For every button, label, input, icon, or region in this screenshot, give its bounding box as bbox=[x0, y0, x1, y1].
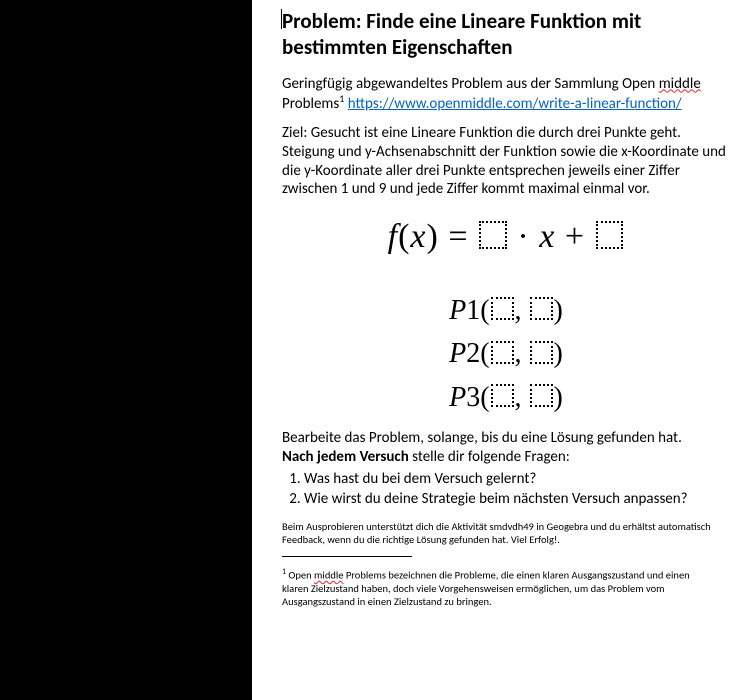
point-p2: P2(, ) bbox=[282, 337, 730, 371]
document-page: Problem: Finde eine Lineare Funktion mit… bbox=[252, 0, 756, 700]
p3-open: ( bbox=[480, 382, 489, 413]
point-p3: P3(, ) bbox=[282, 381, 730, 415]
placeholder-p2y bbox=[530, 341, 553, 364]
left-black-margin bbox=[0, 0, 252, 700]
p3-comma: , bbox=[515, 382, 529, 413]
eq-plus: + bbox=[555, 218, 594, 255]
p2-close: ) bbox=[554, 338, 563, 369]
instr-rest: stelle dir folgende Fragen: bbox=[409, 448, 570, 466]
eq-x: x bbox=[539, 218, 555, 255]
p2-comma: , bbox=[515, 338, 529, 369]
eq-equals: = bbox=[439, 218, 478, 255]
p3-close: ) bbox=[554, 382, 563, 413]
source-link[interactable]: https://www.openmiddle.com/write-a-linea… bbox=[348, 95, 682, 113]
eq-open-paren: ( bbox=[398, 218, 410, 255]
instr-bold: Nach jedem Versuch bbox=[282, 448, 409, 466]
p1-index: 1 bbox=[466, 295, 480, 326]
p3-P: P bbox=[449, 382, 466, 413]
placeholder-p3x bbox=[491, 384, 514, 407]
p1-P: P bbox=[449, 295, 466, 326]
question-2: Wie wirst du deine Strategie beim nächst… bbox=[304, 490, 730, 510]
placeholder-p3y bbox=[530, 384, 553, 407]
footnote-pre: Open bbox=[286, 569, 314, 582]
instr-line1: Bearbeite das Problem, solange, bis du e… bbox=[282, 429, 682, 447]
eq-x-arg: x bbox=[410, 218, 426, 255]
instructions-paragraph: Bearbeite das Problem, solange, bis du e… bbox=[282, 429, 730, 468]
p2-open: ( bbox=[480, 338, 489, 369]
placeholder-slope bbox=[479, 221, 507, 249]
p3-index: 3 bbox=[466, 382, 480, 413]
spellcheck-squiggle: middle bbox=[659, 75, 701, 93]
footnote-squiggle: middle bbox=[314, 569, 343, 582]
equation-fx: f(x) = · x + bbox=[282, 217, 730, 258]
intro-text-post1: Problems bbox=[282, 95, 339, 113]
text-caret bbox=[281, 9, 282, 29]
goal-paragraph: Ziel: Gesucht ist eine Lineare Funktion … bbox=[282, 124, 730, 199]
footnote-rest: Problems bezeichnen die Probleme, die ei… bbox=[282, 569, 690, 608]
geogebra-hint: Beim Ausprobieren unterstützt dich die A… bbox=[282, 520, 730, 546]
footnote-separator bbox=[282, 556, 412, 557]
p1-comma: , bbox=[515, 295, 529, 326]
placeholder-p1y bbox=[530, 297, 553, 320]
eq-f: f bbox=[388, 218, 398, 255]
p2-P: P bbox=[449, 338, 466, 369]
p1-close: ) bbox=[554, 295, 563, 326]
page-title: Problem: Finde eine Lineare Funktion mit… bbox=[282, 8, 730, 61]
intro-paragraph: Geringfügig abgewandeltes Problem aus de… bbox=[282, 75, 730, 115]
eq-dot: · bbox=[508, 218, 539, 255]
reflection-questions: Was hast du bei dem Versuch gelernt? Wie… bbox=[304, 470, 730, 510]
point-p1: P1(, ) bbox=[282, 294, 730, 328]
p2-index: 2 bbox=[466, 338, 480, 369]
intro-text-pre: Geringfügig abgewandeltes Problem aus de… bbox=[282, 75, 659, 93]
footnote-1: 1 Open middle Problems bezeichnen die Pr… bbox=[282, 567, 712, 608]
placeholder-p1x bbox=[491, 297, 514, 320]
equation-block: f(x) = · x + P1(, ) P2(, ) P3(, ) bbox=[282, 217, 730, 415]
question-1: Was hast du bei dem Versuch gelernt? bbox=[304, 470, 730, 490]
placeholder-intercept bbox=[596, 221, 624, 249]
eq-close-paren: ) bbox=[427, 218, 439, 255]
p1-open: ( bbox=[480, 295, 489, 326]
placeholder-p2x bbox=[491, 341, 514, 364]
